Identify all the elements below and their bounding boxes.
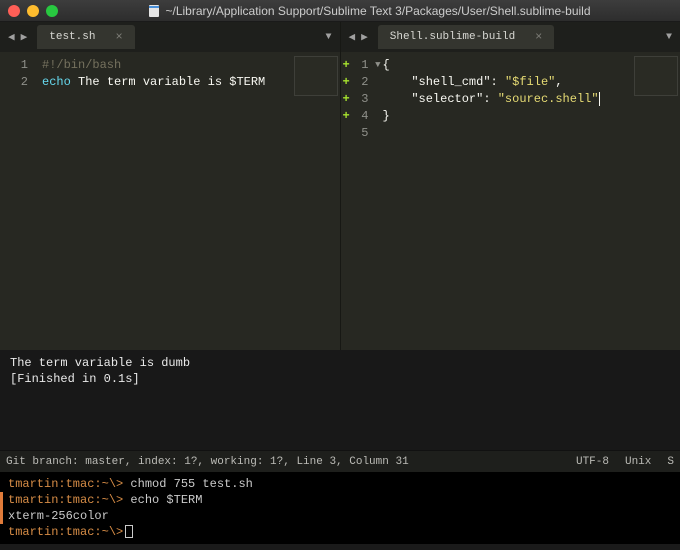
fold-icon[interactable]: ▼: [375, 60, 380, 70]
tab-shell-build[interactable]: Shell.sublime-build ×: [378, 25, 555, 49]
json-key: "shell_cmd": [411, 75, 490, 89]
line-number: 1: [21, 58, 28, 72]
minimap[interactable]: [634, 56, 678, 96]
terminal-command: chmod 755 test.sh: [130, 477, 252, 491]
zoom-window-button[interactable]: [46, 5, 58, 17]
title-text: ~/Library/Application Support/Sublime Te…: [166, 4, 591, 18]
line-number: 3: [361, 92, 368, 106]
minimap[interactable]: [294, 56, 338, 96]
nav-back-icon[interactable]: ◀: [347, 30, 358, 44]
terminal-cursor: [125, 525, 133, 538]
line-number: 2: [361, 75, 368, 89]
left-editor[interactable]: 1 2 #!/bin/bash echo The term variable i…: [0, 52, 340, 350]
tab-label: test.sh: [49, 31, 95, 43]
build-output-status: [Finished in 0.1s]: [10, 372, 670, 388]
right-gutter: +1 ▼ +2 +3 +4 5: [341, 52, 383, 350]
left-tabbar: ◀ ▶ test.sh × ▼: [0, 22, 340, 52]
text-cursor: [599, 92, 600, 106]
minimize-window-button[interactable]: [27, 5, 39, 17]
line-number: 1: [361, 58, 368, 72]
nav-forward-icon[interactable]: ▶: [19, 30, 30, 44]
terminal-prompt: tmartin:tmac:~\>: [8, 493, 123, 507]
nav-arrows: ◀ ▶: [6, 30, 29, 44]
code-text: The term variable is $TERM: [71, 75, 265, 89]
close-tab-icon[interactable]: ×: [115, 30, 122, 44]
tab-overflow-icon[interactable]: ▼: [666, 32, 672, 43]
modified-mark-icon: +: [343, 58, 350, 72]
tab-overflow-icon[interactable]: ▼: [325, 32, 331, 43]
terminal-prompt: tmartin:tmac:~\>: [8, 525, 123, 539]
terminal-prompt: tmartin:tmac:~\>: [8, 477, 123, 491]
status-encoding[interactable]: UTF-8: [576, 456, 609, 468]
titlebar-path: ~/Library/Application Support/Sublime Te…: [58, 4, 680, 18]
modified-mark-icon: +: [343, 75, 350, 89]
right-pane: ◀ ▶ Shell.sublime-build × ▼ +1 ▼ +2 +3 +4…: [341, 22, 680, 350]
build-output-panel[interactable]: The term variable is dumb [Finished in 0…: [0, 350, 680, 450]
status-left-text[interactable]: Git branch: master, index: 1?, working: …: [6, 456, 409, 468]
tab-test-sh[interactable]: test.sh ×: [37, 25, 134, 49]
tab-label: Shell.sublime-build: [390, 31, 515, 43]
modified-mark-icon: +: [343, 92, 350, 106]
left-code[interactable]: #!/bin/bash echo The term variable is $T…: [42, 52, 265, 350]
close-tab-icon[interactable]: ×: [535, 30, 542, 44]
terminal[interactable]: tmartin:tmac:~\> chmod 755 test.sh tmart…: [0, 472, 680, 544]
right-tabbar: ◀ ▶ Shell.sublime-build × ▼: [341, 22, 680, 52]
close-window-button[interactable]: [8, 5, 20, 17]
window-titlebar: ~/Library/Application Support/Sublime Te…: [0, 0, 680, 22]
right-editor[interactable]: +1 ▼ +2 +3 +4 5 { "shell_cmd": "$file", "…: [341, 52, 680, 350]
json-value: "$file": [505, 75, 555, 89]
code-brace: }: [383, 109, 390, 123]
status-line-endings[interactable]: Unix: [625, 456, 651, 468]
code-shebang: #!/bin/bash: [42, 58, 121, 72]
editor-columns: ◀ ▶ test.sh × ▼ 1 2 #!/bin/bash echo The…: [0, 22, 680, 350]
build-output-line: The term variable is dumb: [10, 356, 670, 372]
right-code[interactable]: { "shell_cmd": "$file", "selector": "sou…: [383, 52, 600, 350]
left-gutter: 1 2: [0, 52, 42, 350]
nav-back-icon[interactable]: ◀: [6, 30, 17, 44]
terminal-command: echo $TERM: [130, 493, 202, 507]
file-icon: [148, 4, 160, 18]
nav-forward-icon[interactable]: ▶: [359, 30, 370, 44]
statusbar: Git branch: master, index: 1?, working: …: [0, 450, 680, 472]
traffic-lights: [8, 5, 58, 17]
code-brace: {: [383, 58, 390, 72]
code-keyword: echo: [42, 75, 71, 89]
left-pane: ◀ ▶ test.sh × ▼ 1 2 #!/bin/bash echo The…: [0, 22, 340, 350]
line-number: 4: [361, 109, 368, 123]
terminal-output: xterm-256color: [8, 509, 109, 523]
modified-mark-icon: +: [343, 109, 350, 123]
line-number: 2: [21, 75, 28, 89]
line-number: 5: [361, 126, 368, 140]
nav-arrows: ◀ ▶: [347, 30, 370, 44]
json-key: "selector": [411, 92, 483, 106]
status-syntax[interactable]: S: [667, 456, 674, 468]
json-value: "sourec.shell": [498, 92, 599, 106]
